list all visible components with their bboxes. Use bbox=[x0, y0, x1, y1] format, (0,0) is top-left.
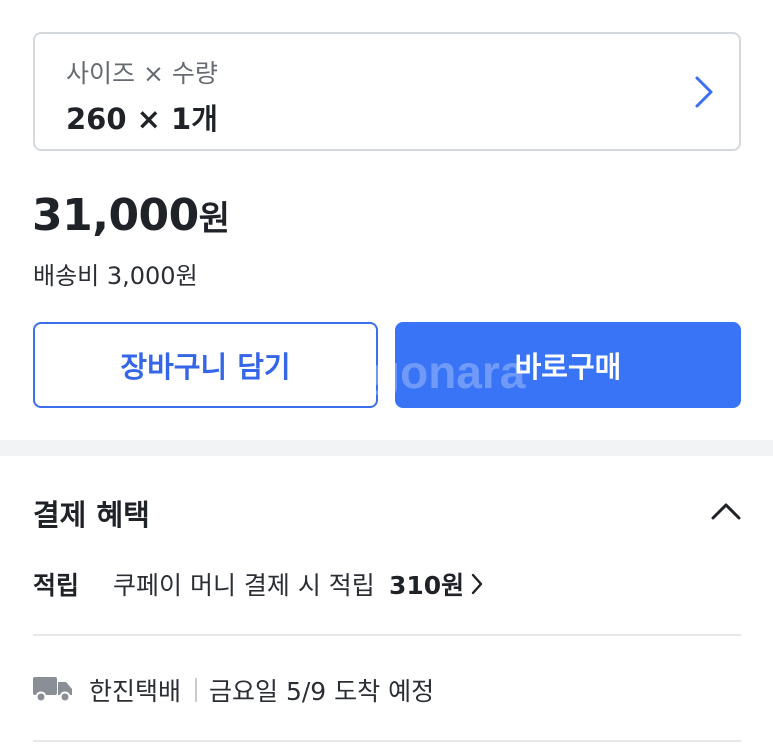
chevron-right-icon bbox=[695, 76, 713, 108]
reward-amount: 310원 bbox=[389, 571, 465, 600]
separator bbox=[195, 678, 197, 702]
carrier-name: 한진택배 bbox=[89, 677, 182, 706]
truck-icon bbox=[33, 677, 72, 702]
payment-benefits-title: 결제 혜택 bbox=[33, 498, 150, 532]
reward-description: 쿠페이 머니 결제 시 적립 bbox=[113, 571, 375, 600]
reward-row[interactable]: 적립 쿠페이 머니 결제 시 적립 310원 bbox=[33, 566, 733, 606]
chevron-up-icon[interactable] bbox=[706, 496, 746, 526]
option-selector[interactable]: 사이즈 × 수량 260 × 1개 bbox=[33, 32, 741, 151]
price-amount: 31,000 bbox=[32, 190, 199, 241]
price: 31,000원 bbox=[32, 190, 230, 241]
divider bbox=[33, 634, 741, 636]
delivery-eta: 금요일 5/9 도착 예정 bbox=[209, 677, 435, 706]
divider bbox=[33, 740, 741, 742]
option-label: 사이즈 × 수량 bbox=[66, 59, 218, 88]
chevron-right-icon bbox=[471, 573, 483, 595]
buy-now-button[interactable]: 바로구매 bbox=[395, 322, 741, 408]
shipping-fee: 배송비 3,000원 bbox=[33, 262, 198, 290]
add-to-cart-button[interactable]: 장바구니 담기 bbox=[33, 322, 378, 408]
reward-label: 적립 bbox=[33, 571, 80, 600]
option-value: 260 × 1개 bbox=[66, 102, 218, 136]
price-unit: 원 bbox=[198, 199, 230, 239]
section-divider bbox=[0, 440, 773, 456]
delivery-info: 한진택배 금요일 5/9 도착 예정 bbox=[33, 668, 733, 708]
